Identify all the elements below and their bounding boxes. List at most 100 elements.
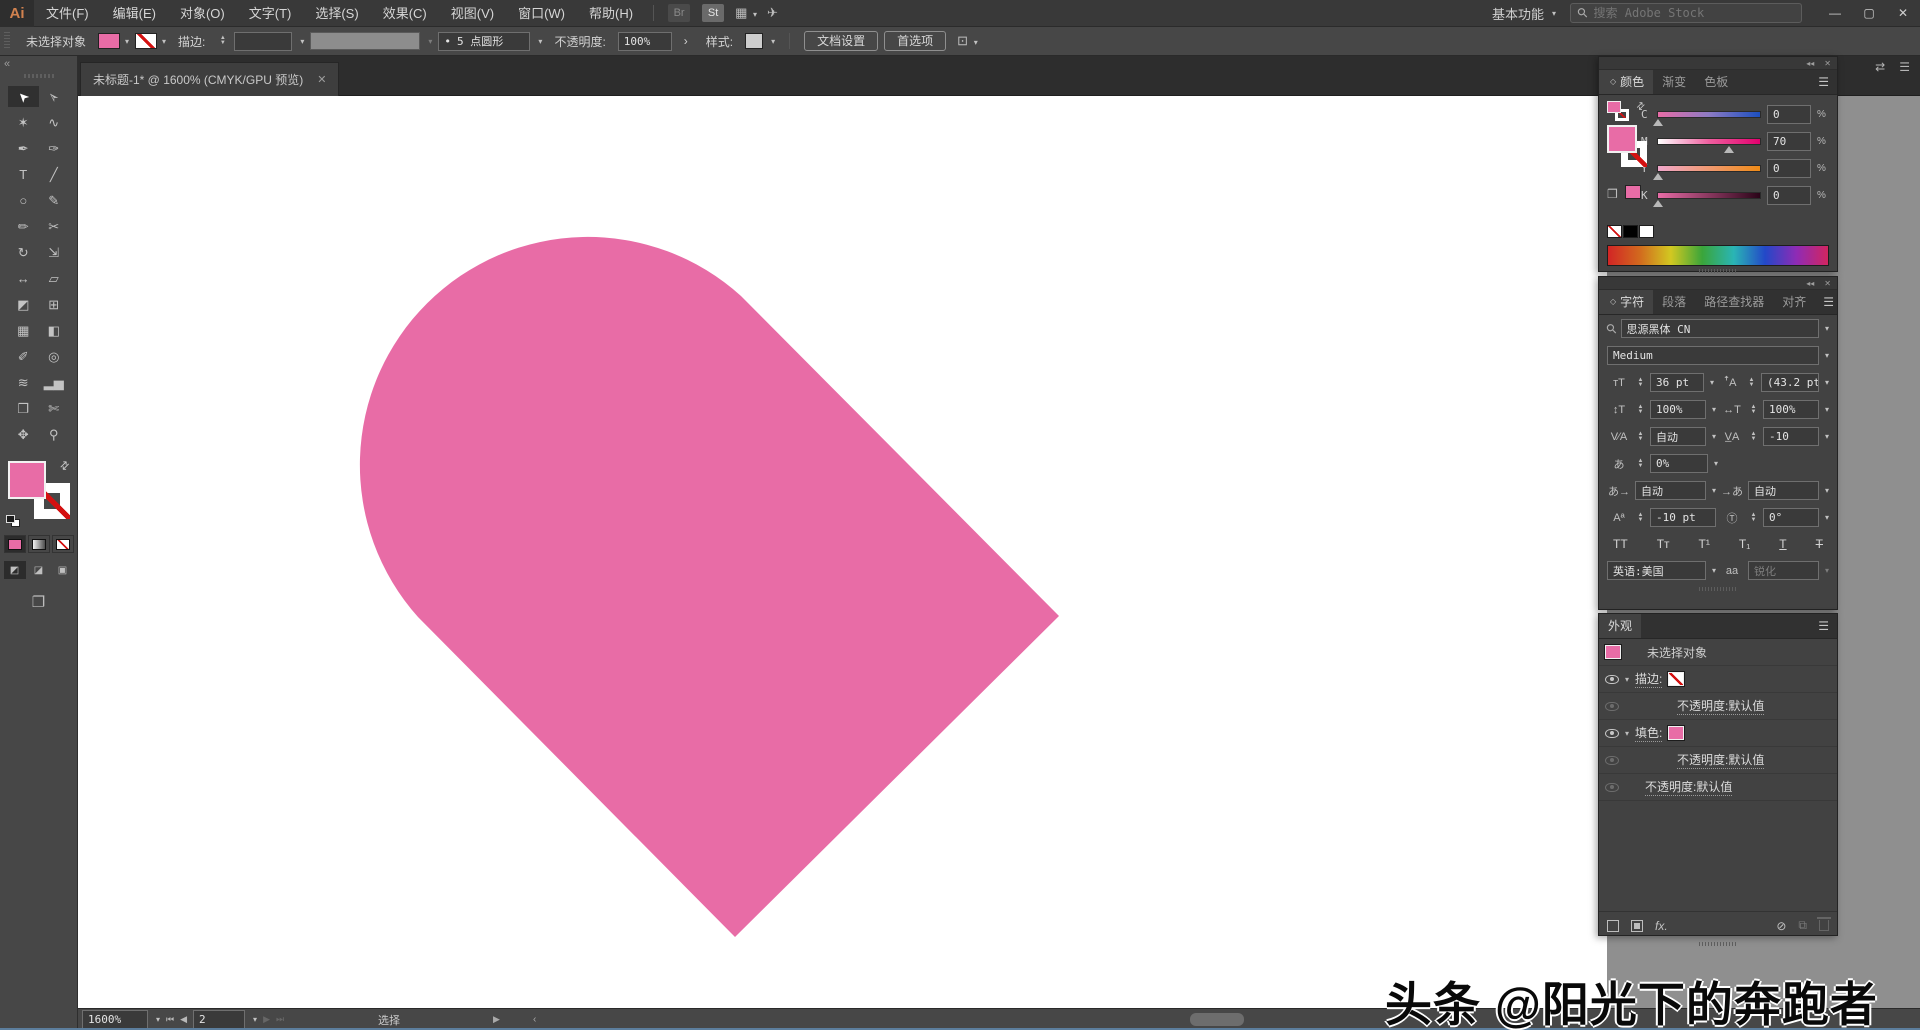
cyan-slider[interactable]: [1657, 111, 1761, 118]
stroke-weight-stepper[interactable]: ▲▼: [217, 36, 228, 46]
magenta-slider[interactable]: [1657, 138, 1761, 145]
dock-menu-icon[interactable]: ☰: [1899, 60, 1910, 74]
stock-button[interactable]: St: [702, 4, 724, 22]
all-caps-button[interactable]: TT: [1613, 537, 1628, 551]
menu-type[interactable]: 文字(T): [237, 0, 304, 27]
gamut-color-swatch[interactable]: [1625, 185, 1641, 199]
appearance-target-row[interactable]: 未选择对象: [1599, 639, 1837, 666]
stroke-none-swatch[interactable]: [1668, 672, 1684, 686]
stroke-weight-field[interactable]: [234, 32, 292, 51]
tool-perspective-grid[interactable]: ⊞: [39, 294, 70, 315]
rocket-icon[interactable]: ✈: [767, 5, 778, 21]
workspace-switcher[interactable]: 基本功能 ▾: [1492, 4, 1556, 23]
character-rotation-stepper[interactable]: ▲▼: [1748, 513, 1759, 523]
tab-gradient[interactable]: 渐变: [1653, 70, 1695, 94]
tab-appearance[interactable]: 外观: [1599, 614, 1641, 638]
pink-shape[interactable]: [360, 237, 1059, 937]
yellow-value-field[interactable]: 0: [1767, 159, 1811, 178]
close-button[interactable]: ✕: [1886, 0, 1920, 27]
tool-line-segment[interactable]: ╱: [39, 164, 70, 185]
tool-column-graph[interactable]: ▂▅: [39, 372, 70, 393]
leading-stepper[interactable]: ▲▼: [1746, 378, 1757, 388]
delete-item-icon[interactable]: [1819, 920, 1829, 931]
panel-menu-icon[interactable]: ☰: [1815, 290, 1842, 314]
panel-menu-icon[interactable]: ☰: [1810, 614, 1837, 638]
stroke-swatch[interactable]: [135, 33, 157, 49]
toolbar-grip[interactable]: [24, 74, 54, 78]
tool-artboard[interactable]: ❐: [8, 398, 39, 419]
kerning-field[interactable]: 自动: [1650, 427, 1706, 446]
tool-ellipse[interactable]: ○: [8, 190, 39, 211]
close-panel-icon[interactable]: ✕: [1824, 59, 1831, 68]
horizontal-scale-stepper[interactable]: ▲▼: [1748, 405, 1759, 415]
object-opacity-row[interactable]: 不透明度:默认值: [1599, 774, 1837, 801]
tool-scale[interactable]: ⇲: [39, 242, 70, 263]
close-tab-icon[interactable]: ✕: [317, 73, 326, 86]
default-fill-stroke-icon[interactable]: [6, 515, 20, 527]
status-collapse-icon[interactable]: ‹: [533, 1014, 536, 1025]
visibility-eye-icon[interactable]: [1605, 783, 1619, 792]
artboard[interactable]: [78, 96, 1607, 1008]
horizontal-scrollbar-thumb[interactable]: [1190, 1013, 1244, 1026]
space-after-field[interactable]: 自动: [1748, 481, 1819, 500]
black-value-field[interactable]: 0: [1767, 186, 1811, 205]
black-slider[interactable]: [1657, 192, 1761, 199]
tool-slice[interactable]: ✄: [39, 398, 70, 419]
proportional-spacing-stepper[interactable]: ▲▼: [1635, 459, 1646, 469]
tool-width[interactable]: ↔: [8, 268, 39, 289]
preferences-button[interactable]: 首选项: [884, 31, 946, 51]
expand-chevron-icon[interactable]: ▾: [1625, 675, 1629, 684]
yellow-slider[interactable]: [1657, 165, 1761, 172]
duplicate-item-icon[interactable]: ⧉: [1798, 918, 1807, 933]
tab-color[interactable]: ◇ 颜色: [1599, 70, 1653, 94]
add-stroke-icon[interactable]: [1607, 920, 1619, 932]
fill-proxy-swatch[interactable]: [1607, 125, 1637, 153]
tool-gradient[interactable]: ◧: [39, 320, 70, 341]
tracking-field[interactable]: -10: [1763, 427, 1819, 446]
tool-blend[interactable]: ◎: [39, 346, 70, 367]
last-artboard-icon[interactable]: ⏭: [276, 1014, 284, 1025]
subscript-button[interactable]: T₁: [1739, 537, 1750, 551]
menu-file[interactable]: 文件(F): [34, 0, 101, 27]
arrange-documents-icon[interactable]: ▦ ▾: [735, 5, 757, 21]
fill-proxy-swatch[interactable]: [8, 461, 46, 499]
panel-resize-grip[interactable]: [1599, 584, 1837, 593]
tracking-stepper[interactable]: ▲▼: [1748, 432, 1759, 442]
document-setup-button[interactable]: 文档设置: [804, 31, 878, 51]
mini-fill-stroke-proxy[interactable]: [1607, 101, 1629, 121]
space-before-field[interactable]: 自动: [1635, 481, 1706, 500]
tool-pen[interactable]: ✒: [8, 138, 39, 159]
tab-align[interactable]: 对齐: [1773, 290, 1815, 314]
baseline-shift-stepper[interactable]: ▲▼: [1635, 513, 1646, 523]
tool-shape-builder[interactable]: ◩: [8, 294, 39, 315]
first-artboard-icon[interactable]: ⏮: [166, 1014, 174, 1025]
draw-normal-button[interactable]: ◩: [4, 561, 26, 579]
swap-fill-stroke-icon[interactable]: ⇄: [57, 458, 73, 474]
tab-swatches[interactable]: 色板: [1695, 70, 1737, 94]
fill-swatch[interactable]: [98, 33, 120, 49]
fill-color-swatch[interactable]: [1668, 726, 1684, 740]
opacity-link[interactable]: 不透明度:默认值: [1677, 751, 1764, 769]
draw-inside-button[interactable]: ▣: [52, 561, 74, 579]
expand-chevron-icon[interactable]: ▾: [1625, 729, 1629, 738]
cyan-value-field[interactable]: 0: [1767, 105, 1811, 124]
tool-free-transform[interactable]: ▱: [39, 268, 70, 289]
collapse-toolbar-icon[interactable]: «: [4, 58, 10, 70]
visibility-eye-icon[interactable]: [1605, 702, 1619, 711]
panel-resize-grip[interactable]: [1599, 939, 1837, 948]
white-swatch[interactable]: [1639, 225, 1654, 238]
status-arrow-icon[interactable]: ▶: [493, 1014, 500, 1025]
leading-field[interactable]: (43.2 pt): [1761, 373, 1819, 392]
tool-curvature[interactable]: ✑: [39, 138, 70, 159]
tool-paintbrush[interactable]: ✎: [39, 190, 70, 211]
tool-eyedropper[interactable]: ✐: [8, 346, 39, 367]
panel-resize-grip[interactable]: [1599, 266, 1837, 275]
opacity-link[interactable]: 不透明度:默认值: [1645, 778, 1732, 796]
stroke-attribute-row[interactable]: ▾ 描边:: [1599, 666, 1837, 693]
screen-mode-button[interactable]: ❐: [27, 593, 51, 611]
baseline-shift-field[interactable]: -10 pt: [1650, 508, 1716, 527]
opacity-link[interactable]: 不透明度:默认值: [1677, 697, 1764, 715]
menu-object[interactable]: 对象(O): [168, 0, 237, 27]
opacity-more-icon[interactable]: ›: [684, 34, 688, 48]
next-artboard-icon[interactable]: ▶: [263, 1014, 270, 1025]
